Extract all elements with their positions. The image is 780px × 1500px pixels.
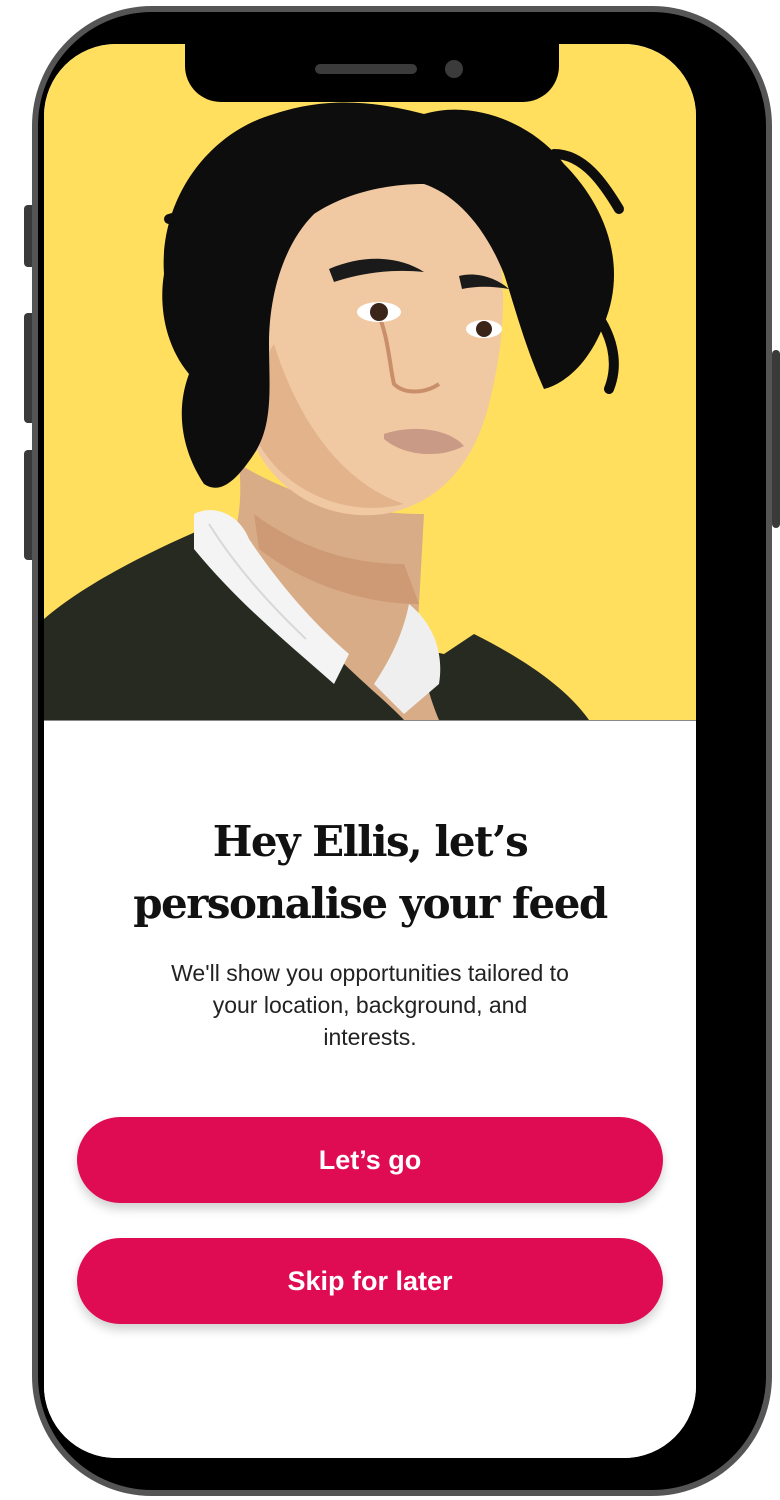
skip-for-later-button[interactable]: Skip for later — [77, 1238, 663, 1324]
onboarding-panel: Hey Ellis, let’s personalise your feed W… — [44, 720, 696, 1458]
phone-screen: Hey Ellis, let’s personalise your feed W… — [44, 44, 696, 1458]
portrait-illustration — [44, 102, 624, 720]
lets-go-button[interactable]: Let’s go — [77, 1117, 663, 1203]
page-title-line-2: personalise your feed — [133, 879, 608, 928]
hero-illustration — [44, 44, 696, 720]
page-title-line-1: Hey Ellis, let’s — [212, 817, 529, 866]
front-camera — [445, 60, 463, 78]
page-title: Hey Ellis, let’s personalise your feed — [44, 811, 696, 935]
speaker-grille — [315, 64, 417, 74]
phone-notch — [185, 44, 559, 102]
device-side-button-power — [772, 350, 780, 528]
page-description: We'll show you opportunities tailored to… — [171, 960, 569, 1050]
